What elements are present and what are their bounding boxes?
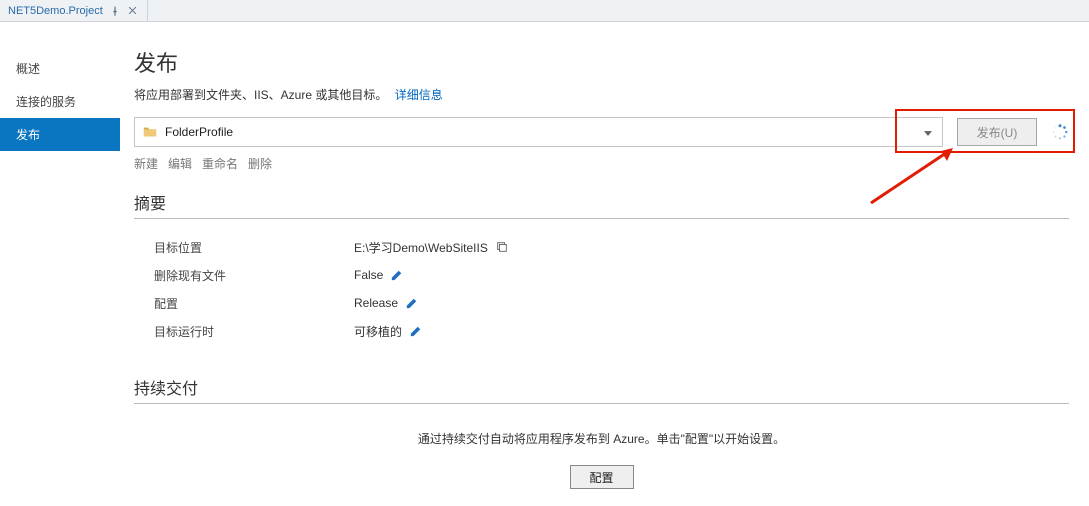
summary-value: Release [354, 296, 398, 310]
pencil-icon[interactable] [406, 297, 418, 309]
summary-row: 删除现有文件 False [154, 261, 1069, 289]
main-panel: 发布 将应用部署到文件夹、IIS、Azure 或其他目标。 详细信息 Folde… [120, 22, 1089, 506]
profile-row: FolderProfile 发布(U) [134, 117, 1069, 147]
tab-bar: NET5Demo.Project [0, 0, 1089, 22]
sidebar: 概述 连接的服务 发布 [0, 22, 120, 506]
summary-row: 配置 Release [154, 289, 1069, 317]
cd-title: 持续交付 [134, 375, 1069, 399]
cd-description: 通过持续交付自动将应用程序发布到 Azure。单击"配置"以开始设置。 [134, 430, 1069, 447]
page-description: 将应用部署到文件夹、IIS、Azure 或其他目标。 详细信息 [134, 86, 1069, 103]
summary-value: E:\学习Demo\WebSiteIIS [354, 239, 488, 256]
profile-select[interactable]: FolderProfile [134, 117, 943, 147]
summary-grid: 目标位置 E:\学习Demo\WebSiteIIS 删除现有文件 False [154, 233, 1069, 345]
sidebar-item-connected-services[interactable]: 连接的服务 [0, 85, 120, 118]
loading-spinner-icon [1051, 123, 1069, 141]
summary-value: False [354, 268, 383, 282]
configure-button[interactable]: 配置 [570, 465, 634, 489]
pencil-icon[interactable] [391, 269, 403, 281]
close-icon[interactable] [127, 5, 139, 17]
summary-value: 可移植的 [354, 323, 402, 340]
summary-row: 目标运行时 可移植的 [154, 317, 1069, 345]
summary-label: 目标运行时 [154, 323, 354, 340]
summary-rule [134, 218, 1069, 219]
action-new[interactable]: 新建 [134, 155, 158, 172]
summary-label: 删除现有文件 [154, 267, 354, 284]
profile-name: FolderProfile [165, 125, 233, 139]
page-title: 发布 [134, 46, 1069, 78]
copy-icon[interactable] [496, 241, 508, 253]
profile-actions: 新建 编辑 重命名 删除 [134, 155, 1069, 172]
summary-row: 目标位置 E:\学习Demo\WebSiteIIS [154, 233, 1069, 261]
sidebar-item-overview[interactable]: 概述 [0, 52, 120, 85]
action-rename[interactable]: 重命名 [202, 155, 238, 172]
pin-icon[interactable] [109, 5, 121, 17]
tab-title: NET5Demo.Project [8, 5, 103, 17]
document-tab[interactable]: NET5Demo.Project [0, 0, 148, 21]
sidebar-item-publish[interactable]: 发布 [0, 118, 120, 151]
summary-title: 摘要 [134, 190, 1069, 214]
cd-rule [134, 403, 1069, 404]
chevron-down-icon [924, 125, 932, 139]
folder-icon [143, 125, 157, 139]
summary-label: 目标位置 [154, 239, 354, 256]
action-delete[interactable]: 删除 [248, 155, 272, 172]
publish-button[interactable]: 发布(U) [957, 118, 1037, 146]
summary-label: 配置 [154, 295, 354, 312]
details-link[interactable]: 详细信息 [395, 88, 443, 102]
action-edit[interactable]: 编辑 [168, 155, 192, 172]
pencil-icon[interactable] [410, 325, 422, 337]
